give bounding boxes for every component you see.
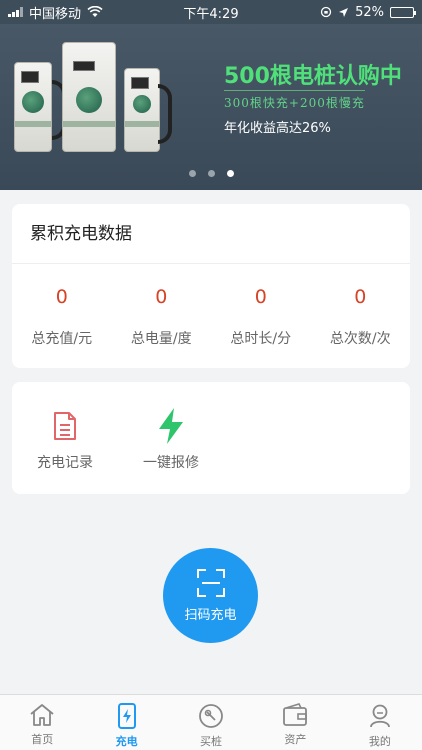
tab-label: 买桩 — [200, 735, 223, 748]
repair-report-button[interactable]: 一键报修 — [118, 382, 224, 494]
stat-value: 0 — [354, 286, 367, 308]
tab-label: 资产 — [284, 733, 307, 746]
charger-image-center — [62, 42, 116, 152]
wallet-icon — [283, 703, 308, 726]
wifi-icon — [87, 6, 103, 17]
bottom-tab-bar: 首页 充电 买桩 资产 我的 — [0, 694, 422, 750]
phone-charge-icon — [117, 703, 136, 729]
tab-label: 我的 — [368, 735, 391, 748]
promo-banner[interactable]: 500根电桩认购中 300根快充+200根慢充 年化收益高达26% — [0, 0, 422, 190]
quick-actions-card: 充电记录 一键报修 — [12, 382, 410, 494]
tab-mine[interactable]: 我的 — [338, 695, 422, 750]
stat-label: 总次数/次 — [329, 331, 391, 347]
tab-label: 首页 — [31, 733, 54, 746]
tab-assets[interactable]: 资产 — [253, 695, 337, 750]
home-icon — [30, 704, 54, 726]
stats-card-title: 累积充电数据 — [12, 204, 410, 264]
compass-icon — [199, 704, 223, 728]
stat-total-duration: 0 总时长/分 — [211, 264, 311, 348]
stats-row: 0 总充值/元 0 总电量/度 0 总时长/分 0 总次数/次 — [12, 264, 410, 348]
rotation-lock-icon — [320, 6, 332, 18]
stat-label: 总时长/分 — [230, 331, 292, 347]
scan-to-charge-button[interactable]: 扫码充电 — [163, 548, 258, 643]
carousel-dot[interactable] — [207, 170, 215, 177]
carousel-dot-active[interactable] — [226, 170, 234, 177]
stat-total-recharge: 0 总充值/元 — [12, 264, 112, 348]
carousel-dots — [0, 170, 422, 177]
user-icon — [369, 704, 390, 728]
tab-charge[interactable]: 充电 — [84, 695, 168, 750]
charger-image-right — [124, 68, 160, 152]
battery-icon — [390, 6, 416, 18]
document-icon — [54, 412, 76, 440]
charger-image-left — [14, 62, 52, 152]
tab-label: 充电 — [115, 735, 138, 748]
charge-records-button[interactable]: 充电记录 — [12, 382, 118, 494]
signal-icon — [8, 7, 23, 17]
tab-home[interactable]: 首页 — [0, 695, 84, 750]
status-bar: 中国移动 下午4:29 52% — [0, 0, 422, 24]
scan-button-label: 扫码充电 — [184, 608, 237, 623]
location-arrow-icon — [339, 7, 349, 17]
battery-percent: 52% — [355, 4, 384, 20]
stat-label: 总电量/度 — [130, 331, 192, 347]
banner-subtitle: 300根快充+200根慢充 — [224, 90, 365, 111]
stat-total-energy: 0 总电量/度 — [112, 264, 212, 348]
action-label: 一键报修 — [143, 455, 199, 471]
stat-total-count: 0 总次数/次 — [311, 264, 411, 348]
banner-yield: 年化收益高达26% — [224, 121, 331, 136]
stat-value: 0 — [55, 286, 68, 308]
banner-title: 500根电桩认购中 — [224, 64, 402, 89]
charger-cable-right — [158, 84, 172, 144]
stat-label: 总充值/元 — [31, 331, 93, 347]
stat-value: 0 — [155, 286, 168, 308]
carousel-dot[interactable] — [188, 170, 196, 177]
action-label: 充电记录 — [37, 455, 93, 471]
scan-icon — [196, 569, 225, 597]
stat-value: 0 — [254, 286, 267, 308]
tab-buy-pile[interactable]: 买桩 — [169, 695, 253, 750]
lightning-icon — [159, 408, 183, 444]
charging-stats-card: 累积充电数据 0 总充值/元 0 总电量/度 0 总时长/分 0 总次数/次 — [12, 204, 410, 368]
carrier-name: 中国移动 — [29, 6, 82, 22]
